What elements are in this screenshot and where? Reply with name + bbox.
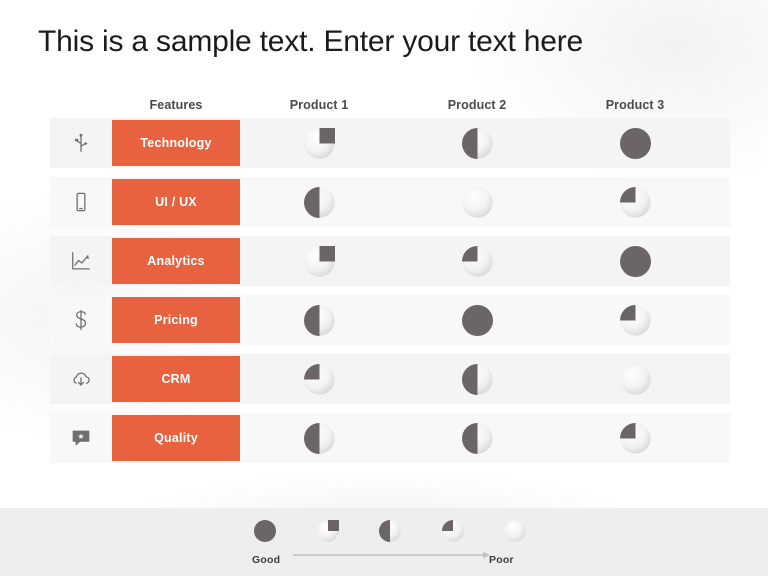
rating-ball-product-1[interactable] xyxy=(240,363,398,395)
legend-scale xyxy=(250,520,530,542)
legend-footer: Good Poor xyxy=(0,508,768,576)
feature-chip-crm[interactable]: CRM xyxy=(112,356,240,402)
header-cell-features: Features xyxy=(149,98,203,112)
rating-ball-product-3[interactable] xyxy=(556,186,714,218)
rating-ball-product-3[interactable] xyxy=(556,304,714,336)
page-title: This is a sample text. Enter your text h… xyxy=(38,25,583,58)
feature-label: CRM xyxy=(161,372,191,386)
rating-ball-product-2[interactable] xyxy=(398,304,556,336)
rating-ball-product-3[interactable] xyxy=(556,245,714,277)
usb-icon xyxy=(50,132,112,154)
table-row: CRM xyxy=(50,354,730,404)
feature-label: Analytics xyxy=(147,254,205,268)
feature-label: Technology xyxy=(140,136,212,150)
rating-ball-product-2[interactable] xyxy=(398,127,556,159)
rating-ball-product-1[interactable] xyxy=(240,245,398,277)
feature-label: Pricing xyxy=(154,313,198,327)
rating-ball-product-1[interactable] xyxy=(240,422,398,454)
table-row: Technology xyxy=(50,118,730,168)
feature-chip-quality[interactable]: Quality xyxy=(112,415,240,461)
speech-bubble-star-icon xyxy=(50,427,112,449)
legend-label-poor: Poor xyxy=(489,554,514,566)
rating-ball-product-2[interactable] xyxy=(398,186,556,218)
table-row: Analytics xyxy=(50,236,730,286)
header-cell-product-2: Product 2 xyxy=(447,98,507,112)
legend: Good Poor xyxy=(250,520,530,568)
feature-chip-ui-ux[interactable]: UI / UX xyxy=(112,179,240,225)
rating-ball-product-1[interactable] xyxy=(240,304,398,336)
table-header-row: Features Product 1 Product 2 Product 3 xyxy=(50,92,730,118)
rating-ball-product-2[interactable] xyxy=(398,245,556,277)
rating-ball-product-3[interactable] xyxy=(556,363,714,395)
rating-ball-product-2[interactable] xyxy=(398,363,556,395)
feature-label: UI / UX xyxy=(155,195,197,209)
legend-ball-50 xyxy=(375,520,405,542)
legend-ball-25 xyxy=(438,520,468,542)
table-row: Pricing xyxy=(50,295,730,345)
comparison-table: Features Product 1 Product 2 Product 3 T… xyxy=(50,92,730,472)
table-body: Technology UI / UX Analytics Pricing CRM… xyxy=(50,118,730,463)
rating-ball-product-3[interactable] xyxy=(556,422,714,454)
legend-ball-100 xyxy=(250,520,280,542)
legend-ball-75 xyxy=(313,520,343,542)
header-cell-product-1: Product 1 xyxy=(289,98,349,112)
rating-ball-product-3[interactable] xyxy=(556,127,714,159)
header-cell-product-3: Product 3 xyxy=(605,98,665,112)
feature-chip-analytics[interactable]: Analytics xyxy=(112,238,240,284)
rating-ball-product-1[interactable] xyxy=(240,186,398,218)
feature-label: Quality xyxy=(154,431,198,445)
rating-ball-product-2[interactable] xyxy=(398,422,556,454)
dollar-icon xyxy=(50,309,112,331)
legend-ball-0 xyxy=(500,520,530,542)
slide-canvas: This is a sample text. Enter your text h… xyxy=(0,0,768,576)
table-row: UI / UX xyxy=(50,177,730,227)
smartphone-icon xyxy=(50,191,112,213)
line-chart-icon xyxy=(50,250,112,272)
rating-ball-product-1[interactable] xyxy=(240,127,398,159)
table-row: Quality xyxy=(50,413,730,463)
legend-label-good: Good xyxy=(252,554,281,566)
feature-chip-pricing[interactable]: Pricing xyxy=(112,297,240,343)
feature-chip-technology[interactable]: Technology xyxy=(112,120,240,166)
cloud-download-icon xyxy=(50,368,112,390)
arrow-right-icon xyxy=(293,551,490,559)
